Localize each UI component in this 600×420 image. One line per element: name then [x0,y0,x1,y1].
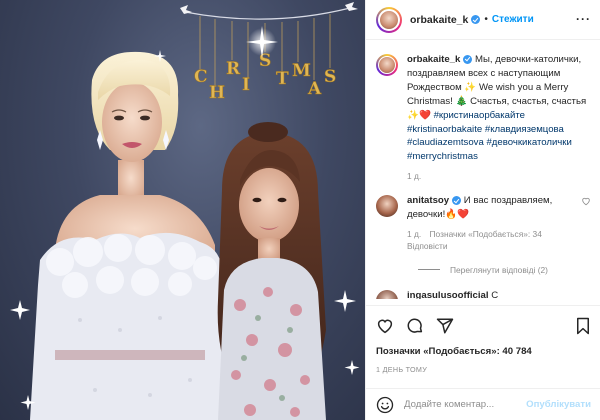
caption-time[interactable]: 1 д. [407,171,421,181]
verified-badge-icon [463,54,473,64]
woman-face [102,82,162,162]
floral-dress [218,258,326,420]
hashtag-link[interactable]: #клавдияземцова [485,124,564,135]
girl-face [239,168,299,242]
comment-time[interactable]: 1 д. [407,229,421,239]
header-username[interactable]: orbakaite_k [410,14,468,26]
comment-likes[interactable]: Позначки «Подобається»: 34 [430,229,542,239]
avatar[interactable] [376,289,398,299]
christmas-letter: A [307,79,322,99]
comment-username[interactable]: anitatsoy [407,195,449,206]
hashtag-link[interactable]: #kristinaorbakaite [407,124,482,135]
view-replies-label: Переглянути відповіді (2) [450,264,548,275]
heart-icon[interactable] [376,317,394,335]
hashtag-link[interactable]: #кристинаорбакайте [434,110,525,121]
comment-input[interactable] [404,399,521,410]
likes-count[interactable]: Позначки «Подобається»: 40 784 [376,346,532,357]
comment-heart-icon[interactable] [581,196,591,208]
post-date[interactable]: 1 ДЕНЬ ТОМУ [376,365,427,374]
post-header: orbakaite_k • Стежити ··· [366,0,600,40]
caption: orbakaite_k Мы, девочки-католички, поздр… [376,53,591,182]
christmas-letter: S [324,67,336,87]
verified-badge-icon [471,15,481,24]
hashtag-link[interactable]: #девочкикатолички [486,137,571,148]
comment-item: ingasulusoofficial С [376,289,591,299]
garland-line [184,7,351,20]
publish-button[interactable]: Опублікувати [526,399,591,410]
comment-username[interactable]: ingasulusoofficial [407,290,489,299]
action-bar [366,305,600,345]
christmas-letter: C [194,67,208,87]
add-comment-bar: Опублікувати [366,388,600,420]
christmas-letter: H [209,83,225,103]
avatar[interactable] [376,54,398,76]
photo-illustration: CHRIST MAS [10,2,360,420]
christmas-letter: M [292,61,311,81]
christmas-letter: T [276,69,289,89]
avatar[interactable] [376,6,402,33]
caption-username[interactable]: orbakaite_k [407,54,460,65]
comments-list[interactable]: orbakaite_k Мы, девочки-католички, поздр… [366,41,600,299]
verified-badge-icon [452,196,462,206]
view-replies-button[interactable]: Переглянути відповіді (2) [418,265,591,275]
more-horizontal-icon[interactable]: ··· [576,12,591,26]
bookmark-icon[interactable] [575,317,591,335]
post-sidebar: orbakaite_k • Стежити ··· orbakaite_k Мы… [365,0,600,420]
share-icon[interactable] [436,317,454,335]
christmas-letter: I [242,75,250,95]
christmas-letter: R [226,59,241,79]
sparkle-icon [246,26,278,58]
avatar[interactable] [376,195,398,218]
comment-icon[interactable] [406,317,424,335]
post-photo[interactable]: CHRISTMAS [0,0,365,420]
comment-item: anitatsoy И вас поздравляем, девочки!🔥❤️… [376,194,591,252]
hashtag-link[interactable]: #claudiazemtsova [407,137,484,148]
separator-dot: • [484,14,488,25]
comment-text: С [491,289,499,299]
hashtag-link[interactable]: #merrychristmas [407,151,478,162]
emoji-icon[interactable] [376,396,394,414]
reply-button[interactable]: Відповісти [407,241,448,251]
follow-button[interactable]: Стежити [492,14,534,25]
